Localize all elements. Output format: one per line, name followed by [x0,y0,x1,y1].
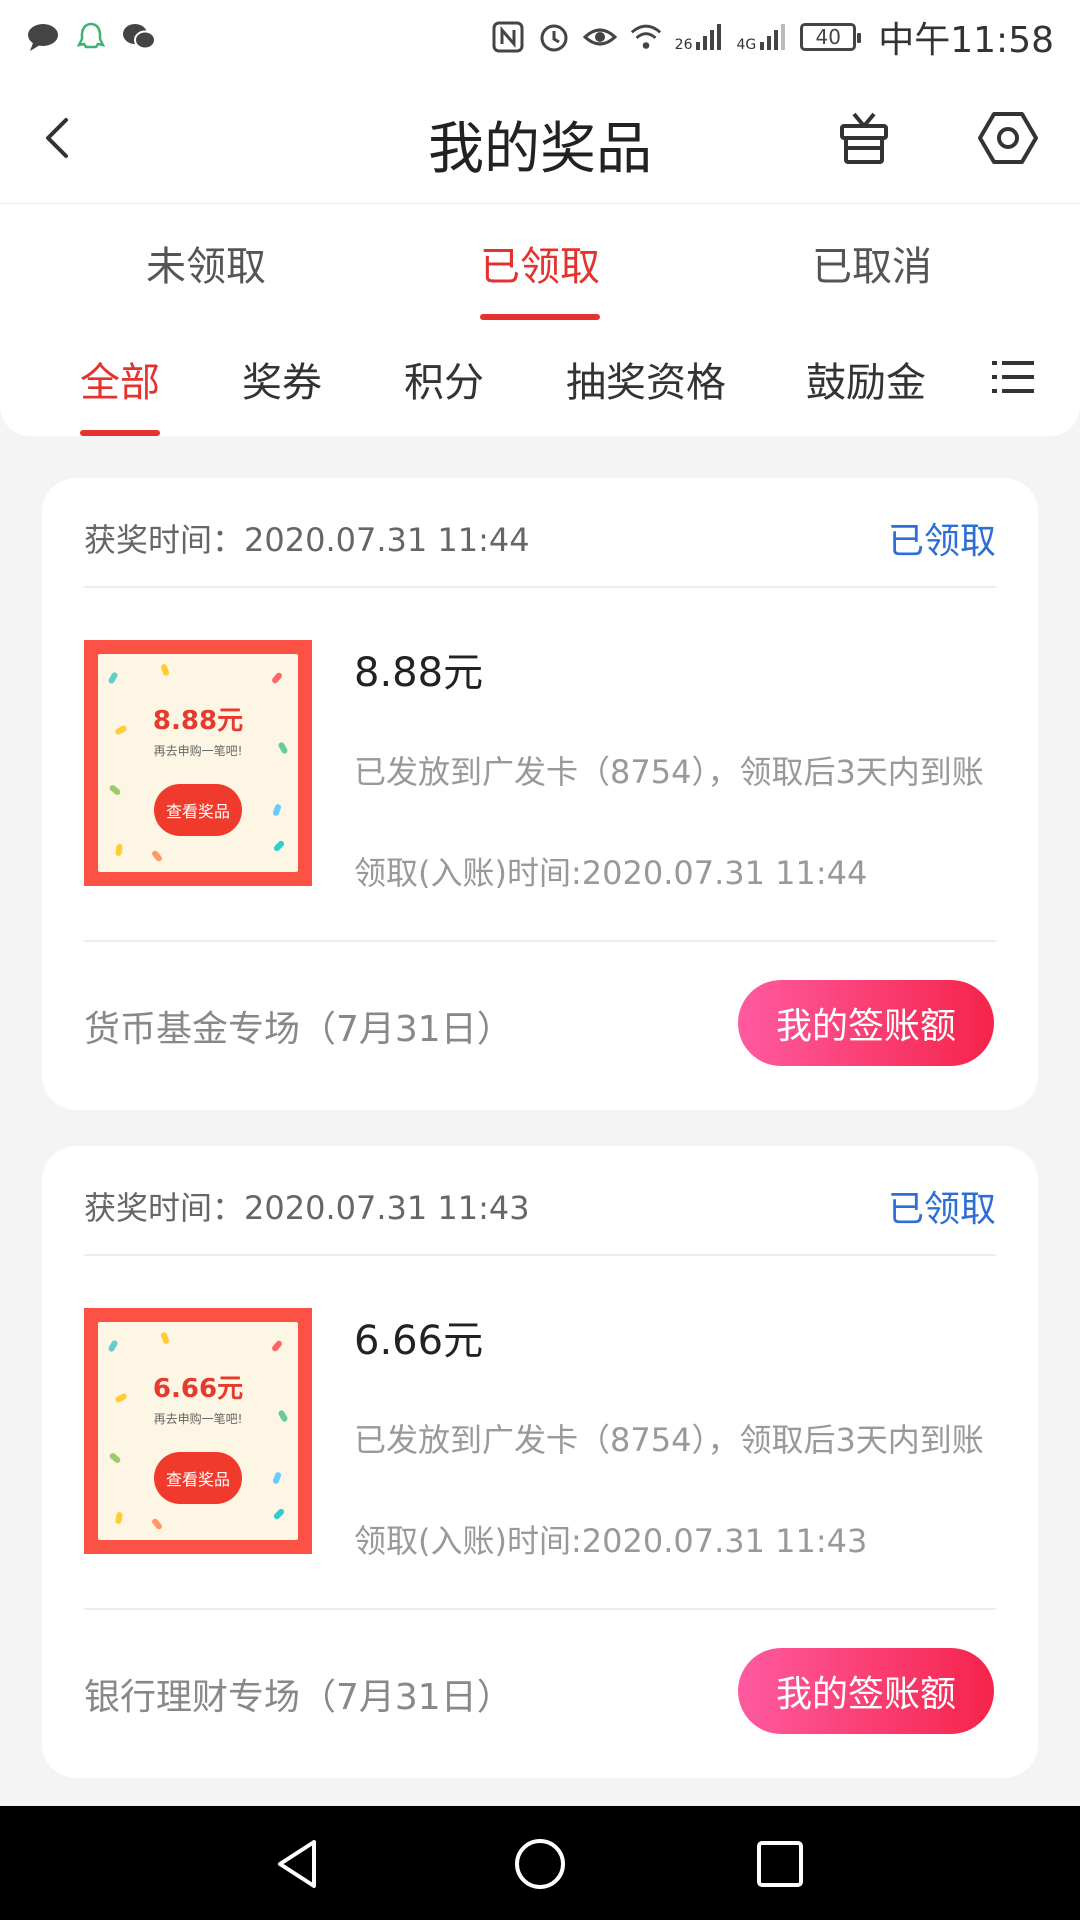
nav-home-button[interactable] [512,1836,568,1892]
category-bonus[interactable]: 鼓励金 [806,350,926,408]
win-time: 获奖时间：2020.07.31 11:44 [84,521,530,559]
active-tab-indicator [480,314,600,320]
event-name: 银行理财专场（7月31日） [84,1677,513,1718]
settings-button[interactable] [976,106,1040,170]
triangle-back-icon [278,1840,316,1888]
card-header: 获奖时间：2020.07.31 11:43 已领取 [84,1176,996,1236]
thumb-subtitle: 再去申购一笔吧! [153,1412,243,1426]
thumb-amount: 8.88元 [152,706,244,736]
win-time: 获奖时间：2020.07.31 11:43 [84,1189,530,1227]
system-nav-bar [0,1806,1080,1920]
category-tabs: 全部 奖券 积分 抽奖资格 鼓励金 [0,322,1080,436]
gift-icon [840,112,888,164]
claim-time: 领取(入账)时间:2020.07.31 11:44 [354,854,868,892]
thumb-amount: 6.66元 [152,1374,244,1404]
my-billing-button[interactable]: 我的签账额 [738,980,994,1066]
my-billing-button[interactable]: 我的签账额 [738,1648,994,1734]
thumb-subtitle: 再去申购一笔吧! [153,744,243,758]
prize-card: 获奖时间：2020.07.31 11:44 已领取 8.88元 再去申购一笔吧!… [42,478,1038,1110]
alarm-icon [537,20,571,54]
category-lottery[interactable]: 抽奖资格 [566,350,726,408]
list-menu-icon [992,361,1034,393]
tab-unclaimed[interactable]: 未领取 [106,234,306,292]
wechat-icon [122,20,156,54]
category-points[interactable]: 积分 [404,350,484,408]
thumb-view-button: 查看奖品 [154,784,242,836]
active-category-indicator [80,430,160,436]
prize-card: 获奖时间：2020.07.31 11:43 已领取 6.66元 再去申购一笔吧!… [42,1146,1038,1778]
nav-back-button[interactable] [270,1836,326,1892]
thumb-view-button: 查看奖品 [154,1452,242,1504]
page-title: 我的奖品 [428,117,652,182]
divider [84,1608,996,1610]
message-icon [26,20,60,54]
settings-hex-icon [978,112,1038,164]
prize-thumbnail[interactable]: 8.88元 再去申购一笔吧! 查看奖品 [84,640,312,886]
status-bar: 26 4G 40 中午11:58 [0,0,1080,74]
prize-thumbnail[interactable]: 6.66元 再去申购一笔吧! 查看奖品 [84,1308,312,1554]
gift-button[interactable] [834,108,894,168]
category-menu-button[interactable] [990,354,1036,400]
nav-recents-button[interactable] [752,1836,808,1892]
wifi-icon [629,20,663,54]
event-name: 货币基金专场（7月31日） [84,1009,513,1050]
circle-home-icon [515,1839,565,1889]
tab-claimed[interactable]: 已领取 [440,234,640,292]
tab-cancelled[interactable]: 已取消 [772,234,972,292]
square-recents-icon [757,1841,803,1887]
category-all[interactable]: 全部 [80,350,160,408]
prize-name: 6.66元 [354,1318,484,1364]
divider [84,586,996,588]
eye-comfort-icon [582,20,617,54]
prize-description: 已发放到广发卡（8754），领取后3天内到账 [354,1421,984,1459]
prize-name: 8.88元 [354,650,484,696]
card-header: 获奖时间：2020.07.31 11:44 已领取 [84,508,996,568]
status-tabs: 未领取 已领取 已取消 [0,204,1080,322]
divider [84,1254,996,1256]
prize-description: 已发放到广发卡（8754），领取后3天内到账 [354,753,984,791]
signal-2-icon: 4G [736,22,788,52]
status-badge: 已领取 [887,521,996,562]
app-header: 我的奖品 [0,74,1080,204]
category-coupons[interactable]: 奖券 [242,350,322,408]
claim-time: 领取(入账)时间:2020.07.31 11:43 [354,1522,868,1560]
qq-notification-icon [74,20,108,54]
status-badge: 已领取 [887,1189,996,1230]
clock: 中午11:58 [878,20,1054,61]
nfc-icon [491,20,525,54]
divider [84,940,996,942]
battery-icon: 40 [800,23,862,51]
signal-1-icon: 26 [675,22,725,52]
